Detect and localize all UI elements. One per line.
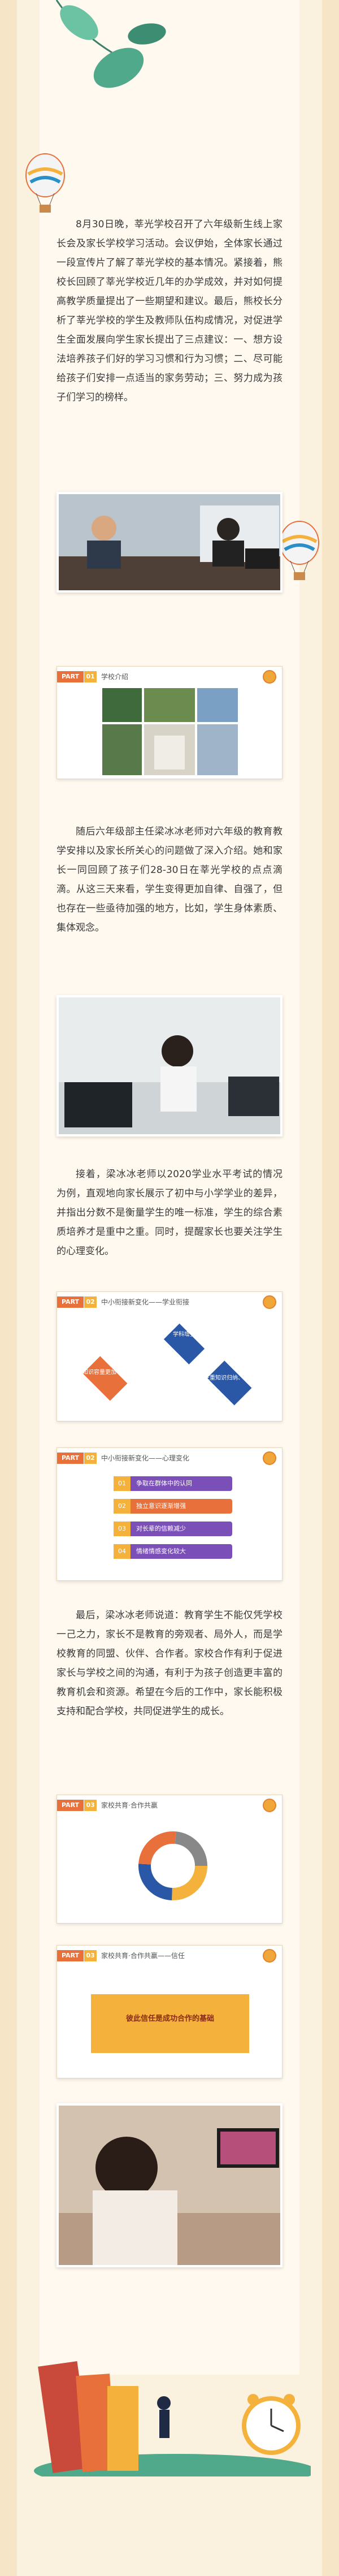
part-label: PART	[57, 1296, 84, 1308]
leaf-decoration-icon	[55, 0, 166, 88]
slide-title: 家校共育·合作共赢——信任	[101, 1952, 185, 1960]
slide-school-intro: PART 01 学校介绍	[56, 666, 282, 779]
part-label: PART	[57, 1453, 84, 1464]
box-label: 注重知识归纳、综合	[204, 1375, 255, 1381]
slide-psychological-change: PART 02 中小衔接新变化——心理变化 01 争取在群体中的认同 02 独立意识…	[56, 1447, 282, 1581]
banner-box	[91, 1994, 249, 2053]
part-label: PART	[57, 671, 84, 682]
part-number: 03	[84, 1950, 97, 1961]
part-number: 02	[84, 1296, 97, 1308]
teacher-photo	[56, 995, 282, 1136]
article-paragraph: 随后六年级部主任梁冰冰老师对六年级的教育教学安排以及家长所关心的问题做了深入介绍…	[56, 826, 282, 933]
part-label: PART	[57, 1800, 84, 1811]
left-stripe	[0, 0, 17, 2576]
part-label: PART	[57, 1950, 84, 1961]
diamond-shape	[163, 1323, 205, 1365]
part-number: 01	[84, 671, 97, 682]
list-item: 03 对长辈的信赖减少	[114, 1522, 232, 1536]
slide-title: 中小衔接新变化——学业衔接	[101, 1298, 190, 1306]
hot-air-balloon-icon	[25, 153, 65, 213]
box-label: 学科增多	[173, 1332, 195, 1338]
part-number: 03	[84, 1800, 97, 1811]
campus-photo-collage	[102, 688, 238, 775]
school-logo-icon	[263, 1451, 276, 1465]
list-item: 02 独立意识逐渐增强	[114, 1499, 232, 1514]
article-paragraph: 8月30日晚，莘光学校召开了六年级新生线上家长会及家长学校学习活动。会议伊始，全…	[56, 219, 282, 403]
slide-title: 中小衔接新变化——心理变化	[101, 1454, 190, 1462]
hot-air-balloon-icon	[280, 521, 319, 580]
right-stripe	[322, 0, 339, 2576]
box-label: 知识容量更加丰富	[82, 1369, 128, 1376]
school-logo-icon	[263, 1295, 276, 1309]
banner-text: 彼此信任是成功合作的基础	[125, 2015, 214, 2023]
slide-title: 家校共育·合作共赢	[101, 1801, 158, 1809]
student-photo	[56, 2103, 282, 2267]
meeting-photo	[56, 492, 282, 593]
article-paragraph: 最后，梁冰冰老师说道：教育学生不能仅凭学校一己之力，家长不是教育的旁观者、局外人…	[56, 1610, 282, 1717]
slide-academic-transition: PART 02 中小衔接新变化——学业衔接 学科增多 知识容量更加丰富 注重知识…	[56, 1291, 282, 1421]
slide-title: 学校介绍	[101, 673, 129, 681]
school-logo-icon	[263, 1799, 276, 1812]
article-paragraph: 接着，梁冰冰老师以2020学业水平考试的情况为例，直观地向家长展示了初中与小学学…	[56, 1169, 282, 1257]
school-logo-icon	[263, 670, 276, 684]
footer-illustration	[34, 2361, 311, 2476]
school-logo-icon	[263, 1949, 276, 1963]
list-item: 04 情绪情感变化较大	[114, 1544, 232, 1559]
part-number: 02	[84, 1453, 97, 1464]
article-page: 8月30日晚，莘光学校召开了六年级新生线上家长会及家长学校学习活动。会议伊始，全…	[0, 0, 339, 2576]
diamond-shape	[82, 1356, 128, 1401]
diamond-shape	[207, 1360, 252, 1406]
donut-diagram	[138, 1831, 207, 1900]
slide-home-school-cooperation: PART 03 家校共育·合作共赢	[56, 1795, 282, 1924]
slide-trust: PART 03 家校共育·合作共赢——信任 彼此信任是成功合作的基础	[56, 1945, 282, 2078]
list-item: 01 争取在群体中的认同	[114, 1476, 232, 1491]
